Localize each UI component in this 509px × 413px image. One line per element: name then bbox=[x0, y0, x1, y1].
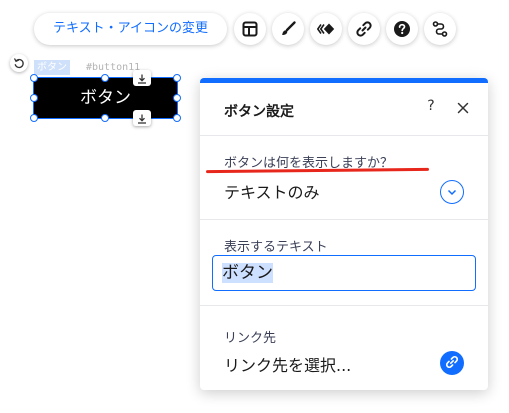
design-button[interactable] bbox=[272, 13, 304, 45]
display-option-dropdown[interactable]: テキストのみ bbox=[224, 179, 320, 203]
resize-handle-top[interactable] bbox=[101, 74, 109, 82]
download-arrow-icon bbox=[137, 69, 147, 88]
resize-handle-bottom[interactable] bbox=[101, 114, 109, 122]
resize-handle-bottom-right[interactable] bbox=[173, 114, 181, 122]
button-text-label: 表示するテキスト bbox=[224, 240, 328, 255]
help-icon bbox=[393, 20, 411, 38]
button-text-input[interactable]: ボタン bbox=[212, 255, 476, 291]
animation-icon bbox=[317, 20, 335, 38]
layout-icon bbox=[241, 20, 259, 38]
connect-button[interactable] bbox=[424, 13, 456, 45]
download-arrow-icon bbox=[137, 109, 147, 128]
button-settings-panel: ボタン設定 ? ボタンは何を表示しますか？ テキストのみ 表示するテキスト ボタ… bbox=[200, 78, 488, 390]
divider bbox=[200, 305, 488, 306]
divider bbox=[200, 135, 488, 136]
resize-handle-right[interactable] bbox=[173, 94, 181, 102]
link-toolbar-button[interactable] bbox=[348, 13, 380, 45]
link-icon bbox=[355, 20, 373, 38]
link-picker-button[interactable] bbox=[440, 351, 464, 375]
rotate-handle[interactable] bbox=[10, 54, 28, 72]
animation-button[interactable] bbox=[310, 13, 342, 45]
resize-handle-left[interactable] bbox=[30, 94, 38, 102]
panel-close-button[interactable] bbox=[454, 99, 472, 117]
element-type-label: ボタン bbox=[34, 60, 70, 75]
connect-icon bbox=[431, 20, 449, 38]
link-icon bbox=[445, 354, 459, 373]
panel-title: ボタン設定 bbox=[224, 104, 294, 120]
help-toolbar-button[interactable] bbox=[386, 13, 418, 45]
resize-handle-top-left[interactable] bbox=[30, 74, 38, 82]
paint-brush-icon bbox=[279, 20, 297, 38]
button-text-value: ボタン bbox=[222, 263, 273, 283]
link-selector[interactable]: リンク先を選択... bbox=[224, 352, 351, 376]
change-text-icon-button[interactable]: テキスト・アイコンの変更 bbox=[34, 13, 227, 45]
link-label: リンク先 bbox=[224, 331, 277, 346]
display-option-dropdown-toggle[interactable] bbox=[440, 180, 464, 204]
divider bbox=[200, 219, 488, 220]
rotate-icon bbox=[13, 54, 25, 73]
resize-handle-bottom-left[interactable] bbox=[30, 114, 38, 122]
layout-button[interactable] bbox=[234, 13, 266, 45]
selected-site-button[interactable]: ボタン bbox=[33, 77, 178, 119]
chevron-down-icon bbox=[446, 183, 458, 202]
stretch-top-button[interactable] bbox=[133, 70, 151, 86]
close-icon bbox=[454, 102, 472, 121]
panel-header: ボタン設定 ? bbox=[200, 83, 488, 135]
resize-handle-top-right[interactable] bbox=[173, 74, 181, 82]
stretch-bottom-button[interactable] bbox=[133, 110, 151, 126]
panel-help-button[interactable]: ? bbox=[422, 98, 440, 118]
